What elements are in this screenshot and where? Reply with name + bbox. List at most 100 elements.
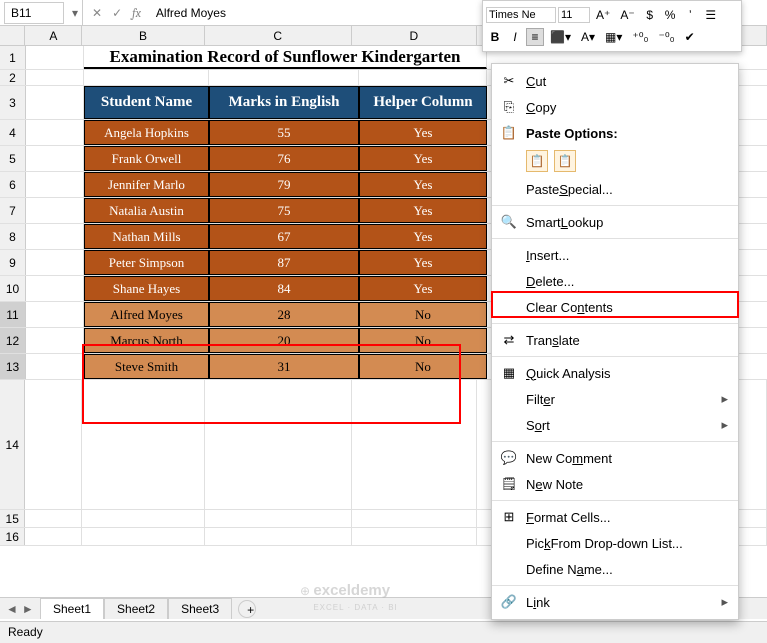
cell[interactable]	[352, 528, 477, 545]
row-header[interactable]: 6	[0, 172, 26, 197]
cell-name[interactable]: Frank Orwell	[84, 146, 209, 171]
row-header[interactable]: 4	[0, 120, 26, 145]
menu-pick-list[interactable]: Pick From Drop-down List...	[492, 530, 738, 556]
cell-helper[interactable]: Yes	[359, 276, 487, 301]
row-header[interactable]: 2	[0, 70, 26, 85]
font-name-input[interactable]	[486, 7, 556, 23]
paste-button[interactable]: 📋	[526, 150, 548, 172]
menu-paste-special[interactable]: Paste Special...	[492, 176, 738, 202]
cell[interactable]	[205, 510, 352, 527]
menu-copy[interactable]: ⎘Copy	[492, 94, 738, 120]
menu-link[interactable]: 🔗Link▸	[492, 589, 738, 615]
cell-helper[interactable]: No	[359, 302, 487, 327]
sheet-tab-2[interactable]: Sheet2	[104, 598, 168, 619]
name-box-dropdown-icon[interactable]: ▾	[68, 6, 82, 20]
cell-a1[interactable]	[26, 46, 84, 69]
cancel-icon[interactable]: ✕	[89, 6, 105, 20]
cell[interactable]	[25, 510, 82, 527]
tab-nav-prev-icon[interactable]: ◄	[6, 602, 18, 616]
format-button[interactable]: ☰	[701, 6, 720, 24]
row-header[interactable]: 3	[0, 86, 26, 119]
cell-helper[interactable]: No	[359, 354, 487, 379]
row-header[interactable]: 15	[0, 510, 25, 527]
column-header[interactable]: B	[82, 26, 204, 45]
cell[interactable]	[352, 510, 477, 527]
cell-name[interactable]: Jennifer Marlo	[84, 172, 209, 197]
cell-marks[interactable]: 28	[209, 302, 359, 327]
cell-name[interactable]: Marcus North	[84, 328, 209, 353]
row-header[interactable]: 5	[0, 146, 26, 171]
currency-button[interactable]: $	[641, 6, 659, 24]
bold-button[interactable]: B	[486, 28, 504, 46]
menu-new-note[interactable]: 🗒New Note	[492, 471, 738, 497]
row-header[interactable]: 12	[0, 328, 26, 353]
cell-helper[interactable]: Yes	[359, 198, 487, 223]
row-header[interactable]: 11	[0, 302, 26, 327]
cell[interactable]	[82, 380, 204, 509]
menu-format-cells[interactable]: ⊞Format Cells...	[492, 504, 738, 530]
increase-decimal-button[interactable]: ⁺⁰₀	[628, 28, 652, 46]
cell[interactable]	[26, 70, 84, 85]
cell[interactable]	[205, 528, 352, 545]
table-header-helper[interactable]: Helper Column	[359, 86, 487, 119]
menu-filter[interactable]: Filter▸	[492, 386, 738, 412]
row-header[interactable]: 10	[0, 276, 26, 301]
cell[interactable]	[82, 510, 204, 527]
comma-button[interactable]: ʼ	[681, 6, 699, 24]
cell-helper[interactable]: Yes	[359, 224, 487, 249]
cell[interactable]	[26, 146, 84, 171]
column-header[interactable]: C	[205, 26, 352, 45]
cell-marks[interactable]: 84	[209, 276, 359, 301]
cell-name[interactable]: Steve Smith	[84, 354, 209, 379]
title-cell[interactable]: Examination Record of Sunflower Kinderga…	[84, 46, 487, 69]
cell-helper[interactable]: Yes	[359, 120, 487, 145]
table-header-name[interactable]: Student Name	[84, 86, 209, 119]
row-header[interactable]: 8	[0, 224, 26, 249]
cell-marks[interactable]: 67	[209, 224, 359, 249]
decrease-decimal-button[interactable]: ⁻⁰₀	[655, 28, 679, 46]
column-header[interactable]: D	[352, 26, 477, 45]
cell-name[interactable]: Angela Hopkins	[84, 120, 209, 145]
cell[interactable]	[26, 354, 84, 379]
cell-helper[interactable]: Yes	[359, 146, 487, 171]
tab-nav-next-icon[interactable]: ►	[22, 602, 34, 616]
menu-clear-contents[interactable]: Clear Contents	[492, 294, 738, 320]
cell-marks[interactable]: 87	[209, 250, 359, 275]
cell-marks[interactable]: 79	[209, 172, 359, 197]
cell[interactable]	[26, 86, 84, 119]
cell[interactable]	[26, 198, 84, 223]
borders-button[interactable]: ▦▾	[601, 28, 626, 46]
cell[interactable]	[26, 224, 84, 249]
menu-cut[interactable]: ✂CCutut	[492, 68, 738, 94]
cell[interactable]	[26, 120, 84, 145]
cell-name[interactable]: Alfred Moyes	[84, 302, 209, 327]
row-header[interactable]: 16	[0, 528, 25, 545]
italic-button[interactable]: I	[506, 28, 524, 46]
cell-marks[interactable]: 55	[209, 120, 359, 145]
name-box[interactable]	[4, 2, 64, 24]
select-all-corner[interactable]	[0, 26, 25, 45]
menu-insert[interactable]: Insert...	[492, 242, 738, 268]
table-header-marks[interactable]: Marks in English	[209, 86, 359, 119]
cell[interactable]	[359, 70, 487, 85]
cell[interactable]	[209, 70, 359, 85]
cell-helper[interactable]: No	[359, 328, 487, 353]
increase-font-button[interactable]: A⁺	[592, 6, 614, 24]
font-size-input[interactable]	[558, 7, 590, 23]
row-header[interactable]: 13	[0, 354, 26, 379]
align-button[interactable]: ≡	[526, 28, 544, 46]
cell-marks[interactable]: 76	[209, 146, 359, 171]
cell[interactable]	[82, 528, 204, 545]
add-sheet-button[interactable]: +	[238, 600, 256, 618]
menu-define-name[interactable]: Define Name...	[492, 556, 738, 582]
sheet-tab-1[interactable]: Sheet1	[40, 598, 104, 619]
menu-new-comment[interactable]: 💬New Comment	[492, 445, 738, 471]
menu-delete[interactable]: Delete...	[492, 268, 738, 294]
row-header[interactable]: 1	[0, 46, 26, 69]
cell-name[interactable]: Shane Hayes	[84, 276, 209, 301]
fx-icon[interactable]: fx	[129, 6, 144, 20]
format-painter-button[interactable]: ✔	[681, 28, 699, 46]
cell-name[interactable]: Nathan Mills	[84, 224, 209, 249]
sheet-tab-3[interactable]: Sheet3	[168, 598, 232, 619]
cell-marks[interactable]: 75	[209, 198, 359, 223]
